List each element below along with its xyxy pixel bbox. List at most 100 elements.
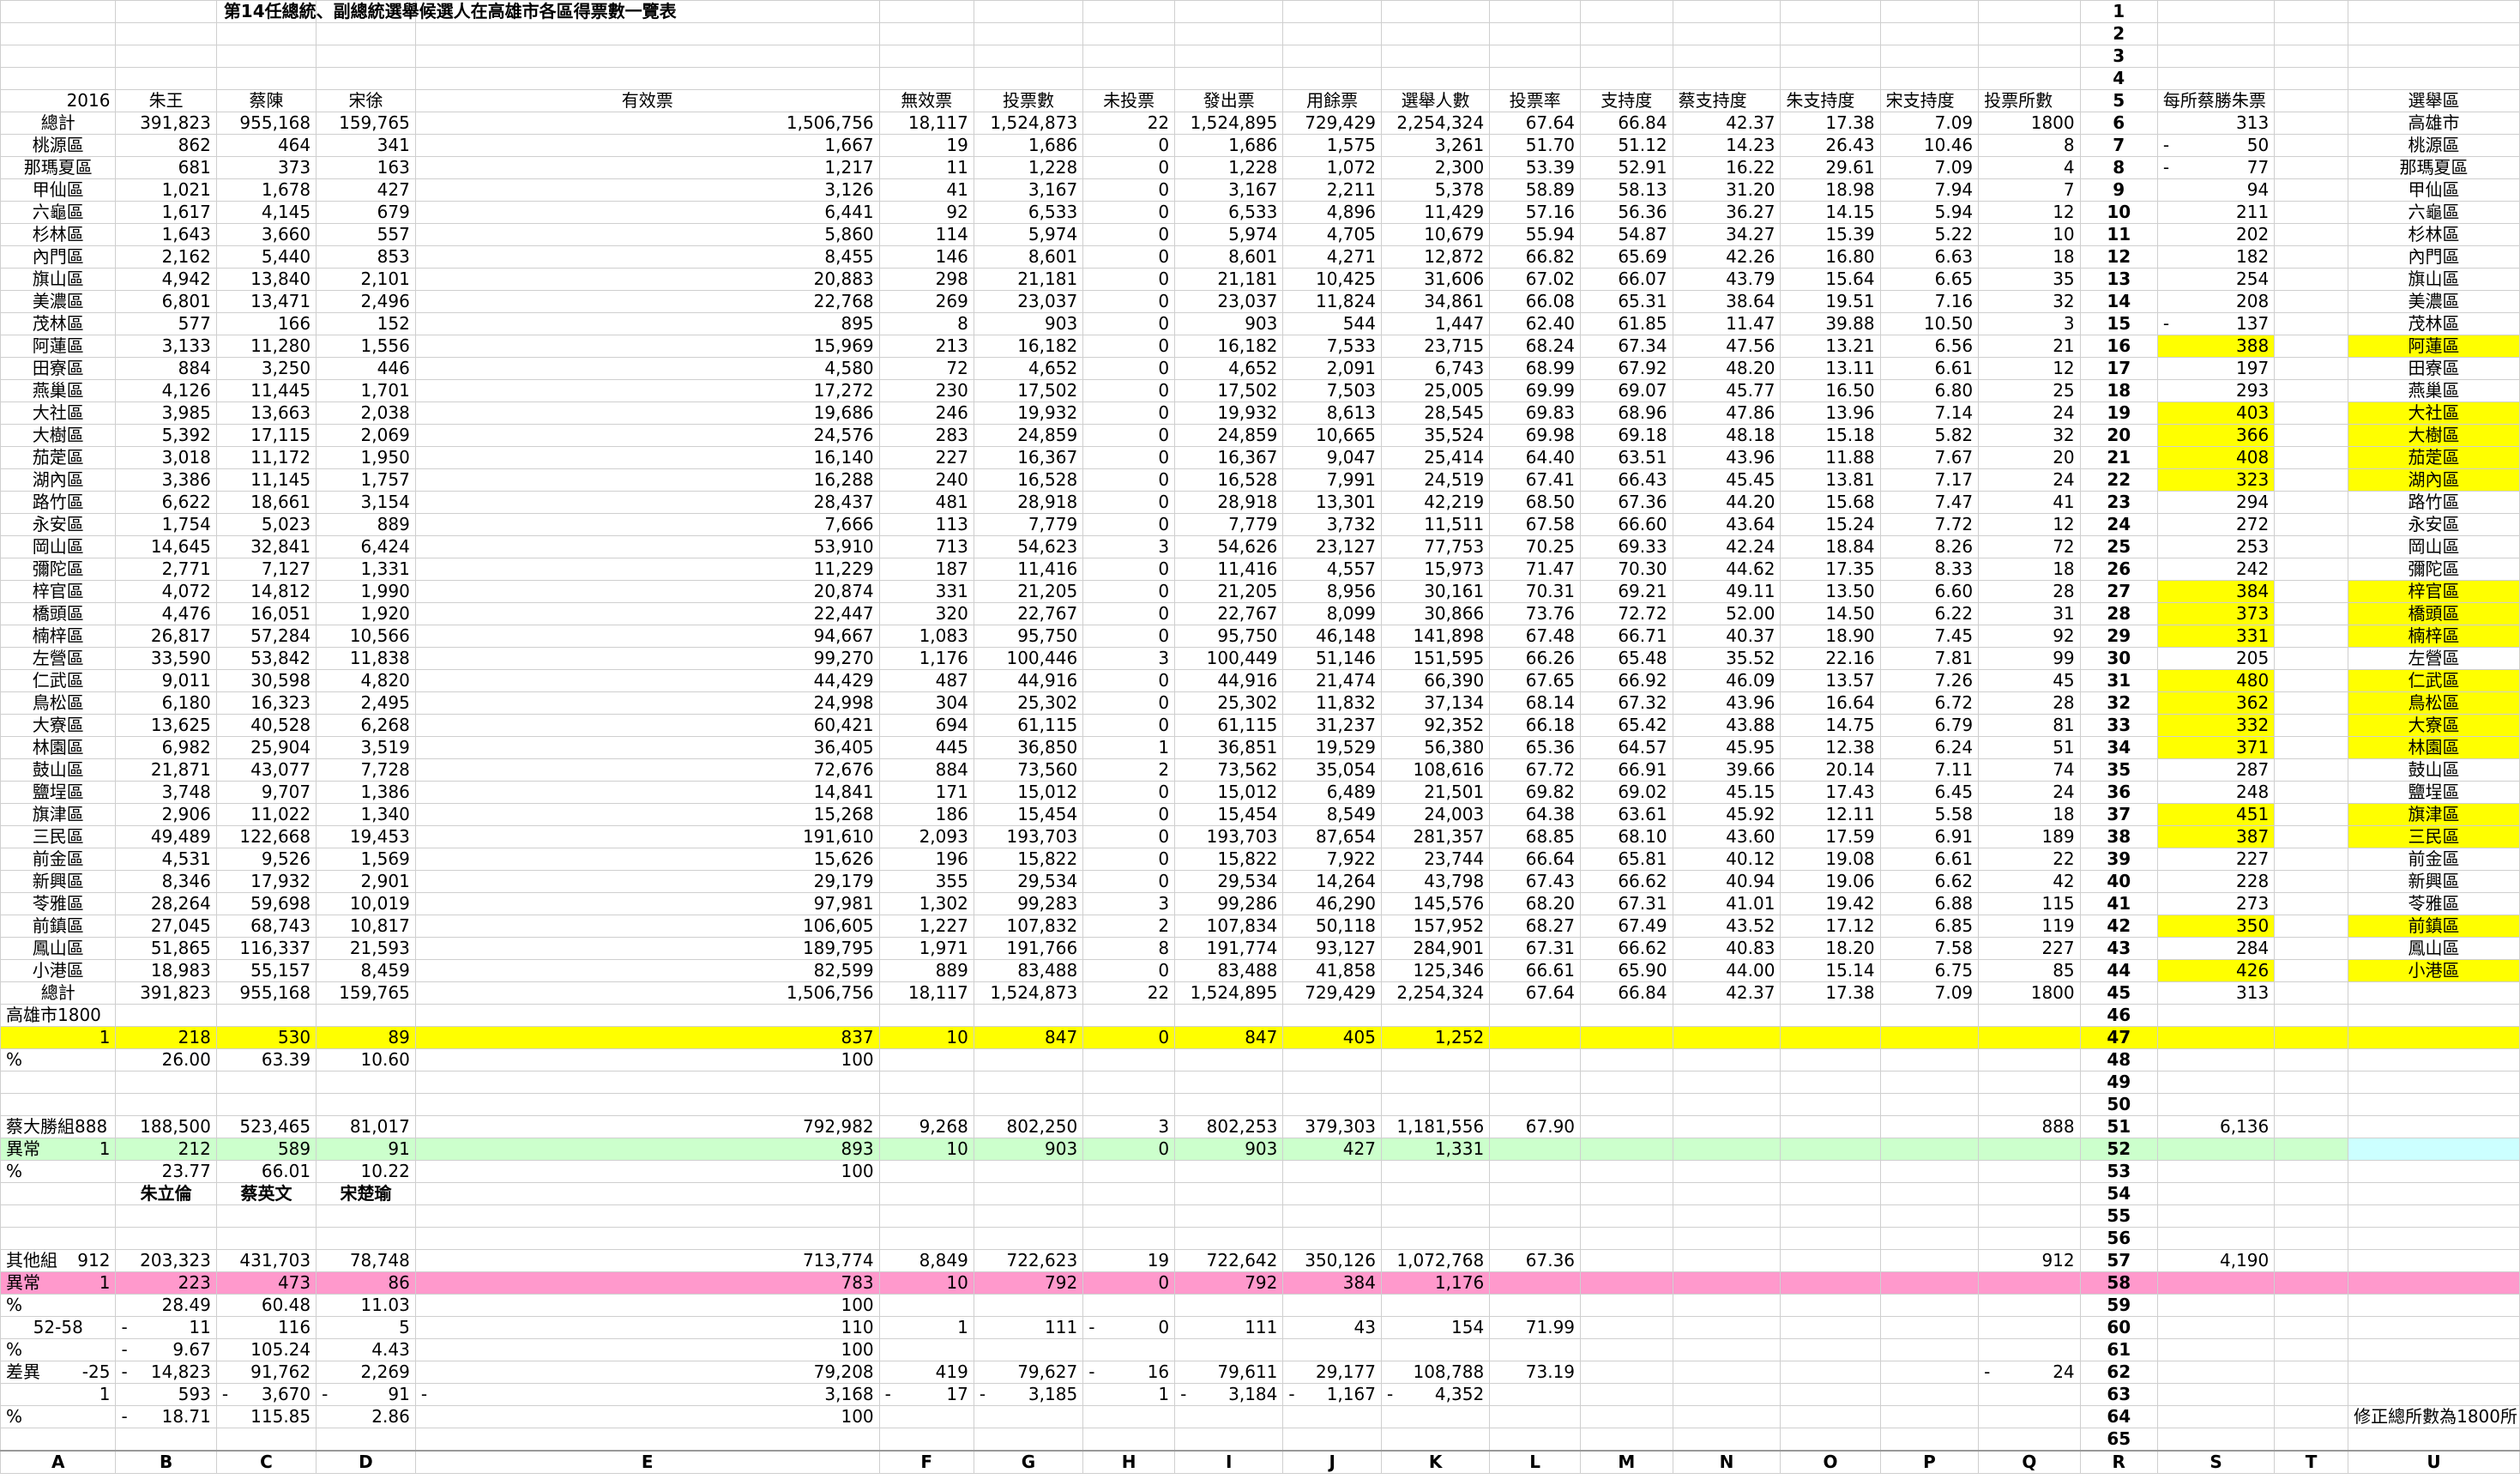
cell-I34[interactable]: 36,851	[1174, 736, 1284, 759]
cell-Q21[interactable]: 20	[1978, 446, 2081, 469]
cell-I13[interactable]: 21,181	[1174, 268, 1284, 291]
cell-T56[interactable]	[2274, 1227, 2348, 1250]
cell-M45[interactable]: 66.84	[1580, 981, 1673, 1005]
cell-J62[interactable]: 29,177	[1282, 1361, 1382, 1384]
cell-G49[interactable]	[973, 1071, 1084, 1094]
cell-I29[interactable]: 95,750	[1174, 625, 1284, 648]
cell-G5[interactable]: 投票數	[973, 89, 1084, 112]
cell-A10[interactable]: 六龜區	[0, 201, 117, 224]
cell-F42[interactable]: 1,227	[878, 915, 974, 938]
cell-A21[interactable]: 茄萣區	[0, 446, 117, 469]
cell-H57[interactable]: 19	[1082, 1249, 1176, 1272]
cell-Q11[interactable]: 10	[1978, 223, 2081, 246]
cell-F27[interactable]: 331	[878, 580, 974, 603]
cell-E49[interactable]	[414, 1071, 880, 1094]
cell-P65[interactable]	[1879, 1428, 1980, 1452]
cell-R58[interactable]: 58	[2079, 1271, 2158, 1295]
cell-J12[interactable]: 4,271	[1282, 245, 1382, 269]
cell-D52[interactable]: 91	[316, 1138, 416, 1161]
cell-A39[interactable]: 前金區	[0, 848, 117, 871]
cell-P53[interactable]	[1879, 1160, 1980, 1183]
cell-C23[interactable]: 18,661	[215, 491, 317, 514]
cell-E63[interactable]: -3,168	[414, 1383, 880, 1406]
cell-P47[interactable]	[1879, 1026, 1980, 1049]
cell-Q55[interactable]	[1978, 1204, 2081, 1228]
cell-J26[interactable]: 4,557	[1282, 558, 1382, 581]
cell-N7[interactable]: 14.23	[1672, 134, 1781, 157]
cell-A47[interactable]: 1	[0, 1026, 117, 1049]
cell-H2[interactable]	[1082, 22, 1176, 45]
column-letter-O[interactable]: O	[1780, 1450, 1881, 1474]
cell-G59[interactable]	[973, 1294, 1084, 1317]
cell-O11[interactable]: 15.39	[1780, 223, 1881, 246]
cell-C42[interactable]: 68,743	[215, 915, 317, 938]
cell-A22[interactable]: 湖內區	[0, 468, 117, 492]
cell-O30[interactable]: 22.16	[1780, 647, 1881, 670]
cell-F29[interactable]: 1,083	[878, 625, 974, 648]
cell-O64[interactable]	[1780, 1405, 1881, 1428]
cell-J50[interactable]	[1282, 1093, 1382, 1116]
cell-S58[interactable]	[2156, 1271, 2276, 1295]
cell-N59[interactable]	[1672, 1294, 1781, 1317]
cell-C46[interactable]	[215, 1004, 317, 1027]
cell-I55[interactable]	[1174, 1204, 1284, 1228]
cell-A34[interactable]: 林園區	[0, 736, 117, 759]
cell-I64[interactable]	[1174, 1405, 1284, 1428]
cell-R49[interactable]: 49	[2079, 1071, 2158, 1094]
cell-N52[interactable]	[1672, 1138, 1781, 1161]
cell-C47[interactable]: 530	[215, 1026, 317, 1049]
cell-L4[interactable]	[1489, 67, 1582, 90]
cell-C7[interactable]: 464	[215, 134, 317, 157]
cell-P44[interactable]: 6.75	[1879, 959, 1980, 982]
cell-O54[interactable]	[1780, 1182, 1881, 1205]
cell-F7[interactable]: 19	[878, 134, 974, 157]
cell-A25[interactable]: 岡山區	[0, 535, 117, 558]
cell-S42[interactable]: 350	[2156, 915, 2276, 938]
cell-H8[interactable]: 0	[1082, 156, 1176, 179]
cell-J31[interactable]: 21,474	[1282, 669, 1382, 692]
cell-L63[interactable]	[1489, 1383, 1582, 1406]
cell-N20[interactable]: 48.18	[1672, 424, 1781, 447]
cell-G38[interactable]: 193,703	[973, 825, 1084, 848]
cell-E39[interactable]: 15,626	[414, 848, 880, 871]
cell-G65[interactable]	[973, 1428, 1084, 1452]
cell-B23[interactable]: 6,622	[115, 491, 217, 514]
cell-O25[interactable]: 18.84	[1780, 535, 1881, 558]
cell-H55[interactable]	[1082, 1204, 1176, 1228]
cell-C36[interactable]: 9,707	[215, 781, 317, 804]
cell-C38[interactable]: 122,668	[215, 825, 317, 848]
cell-H58[interactable]: 0	[1082, 1271, 1176, 1295]
cell-D5[interactable]: 宋徐	[316, 89, 416, 112]
cell-P59[interactable]	[1879, 1294, 1980, 1317]
cell-U40[interactable]: 新興區	[2347, 870, 2520, 893]
cell-G54[interactable]	[973, 1182, 1084, 1205]
cell-H49[interactable]	[1082, 1071, 1176, 1094]
cell-T65[interactable]	[2274, 1428, 2348, 1452]
cell-I28[interactable]: 22,767	[1174, 602, 1284, 625]
cell-M58[interactable]	[1580, 1271, 1673, 1295]
cell-C11[interactable]: 3,660	[215, 223, 317, 246]
cell-Q22[interactable]: 24	[1978, 468, 2081, 492]
cell-K23[interactable]: 42,219	[1380, 491, 1491, 514]
cell-I33[interactable]: 61,115	[1174, 714, 1284, 737]
cell-M5[interactable]: 支持度	[1580, 89, 1673, 112]
cell-A29[interactable]: 楠梓區	[0, 625, 117, 648]
cell-O35[interactable]: 20.14	[1780, 758, 1881, 782]
cell-N45[interactable]: 42.37	[1672, 981, 1781, 1005]
cell-B44[interactable]: 18,983	[115, 959, 217, 982]
cell-B36[interactable]: 3,748	[115, 781, 217, 804]
cell-D48[interactable]: 10.60	[316, 1048, 416, 1072]
cell-H3[interactable]	[1082, 45, 1176, 68]
cell-R5[interactable]: 5	[2079, 89, 2158, 112]
cell-N61[interactable]	[1672, 1338, 1781, 1361]
cell-F53[interactable]	[878, 1160, 974, 1183]
cell-S2[interactable]	[2156, 22, 2276, 45]
cell-Q2[interactable]	[1978, 22, 2081, 45]
cell-R54[interactable]: 54	[2079, 1182, 2158, 1205]
cell-T10[interactable]	[2274, 201, 2348, 224]
cell-M59[interactable]	[1580, 1294, 1673, 1317]
cell-U29[interactable]: 楠梓區	[2347, 625, 2520, 648]
cell-C50[interactable]	[215, 1093, 317, 1116]
cell-A62[interactable]: 差異 -25	[0, 1361, 117, 1384]
cell-S16[interactable]: 388	[2156, 335, 2276, 358]
